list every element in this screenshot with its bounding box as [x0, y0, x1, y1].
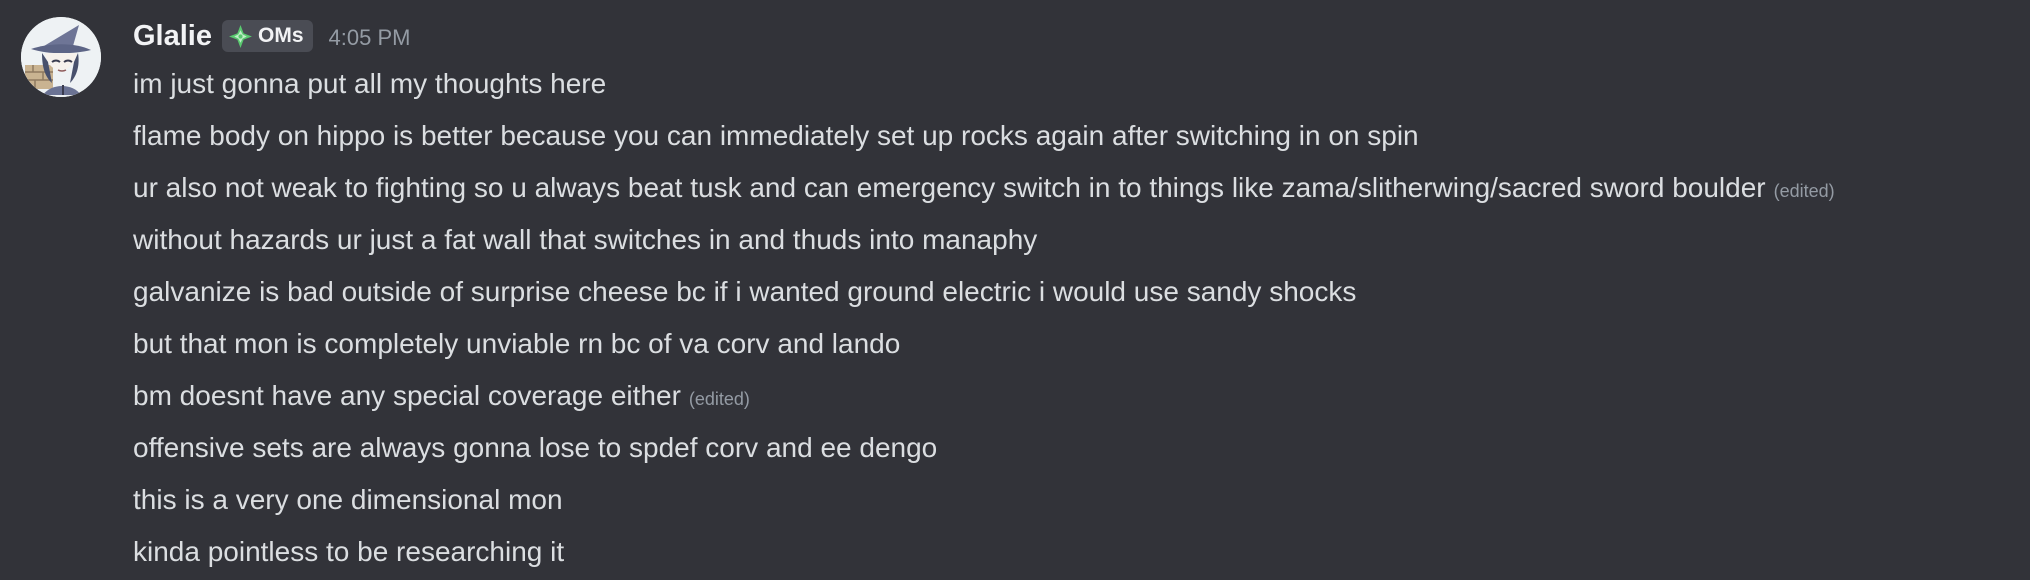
message-text: offensive sets are always gonna lose to … [133, 432, 938, 463]
message-text: without hazards ur just a fat wall that … [133, 224, 1038, 255]
user-avatar[interactable] [21, 17, 101, 97]
witch-avatar-icon [21, 17, 101, 97]
role-label: OMs [258, 24, 304, 47]
message-text: this is a very one dimensional mon [133, 484, 563, 515]
edited-indicator: (edited) [688, 389, 750, 409]
message-group: Glalie OMs 4:05 PM im just gonna put all… [0, 0, 2030, 580]
message-line: but that mon is completely unviable rn b… [133, 318, 2013, 370]
message-lines: im just gonna put all my thoughts here f… [133, 58, 2013, 578]
role-tag[interactable]: OMs [222, 20, 313, 52]
message-line: ur also not weak to fighting so u always… [133, 162, 2013, 214]
message-line: kinda pointless to be researching it [133, 526, 2013, 578]
message-text: ur also not weak to fighting so u always… [133, 172, 1766, 203]
sparkle-diamond-icon [229, 24, 252, 48]
username[interactable]: Glalie [133, 20, 212, 53]
message-header: Glalie OMs 4:05 PM [133, 14, 410, 58]
edited-indicator: (edited) [1773, 181, 1835, 201]
message-line: this is a very one dimensional mon [133, 474, 2013, 526]
message-text: im just gonna put all my thoughts here [133, 68, 607, 99]
message-text: kinda pointless to be researching it [133, 536, 565, 567]
message-text: bm doesnt have any special coverage eith… [133, 380, 681, 411]
message-text: but that mon is completely unviable rn b… [133, 328, 901, 359]
message-text: galvanize is bad outside of surprise che… [133, 276, 1357, 307]
message-line: bm doesnt have any special coverage eith… [133, 370, 2013, 422]
message-line: without hazards ur just a fat wall that … [133, 214, 2013, 266]
message-line: galvanize is bad outside of surprise che… [133, 266, 2013, 318]
message-line: offensive sets are always gonna lose to … [133, 422, 2013, 474]
message-line: flame body on hippo is better because yo… [133, 110, 2013, 162]
message-text: flame body on hippo is better because yo… [133, 120, 1419, 151]
timestamp[interactable]: 4:05 PM [329, 25, 411, 51]
message-line: im just gonna put all my thoughts here [133, 58, 2013, 110]
